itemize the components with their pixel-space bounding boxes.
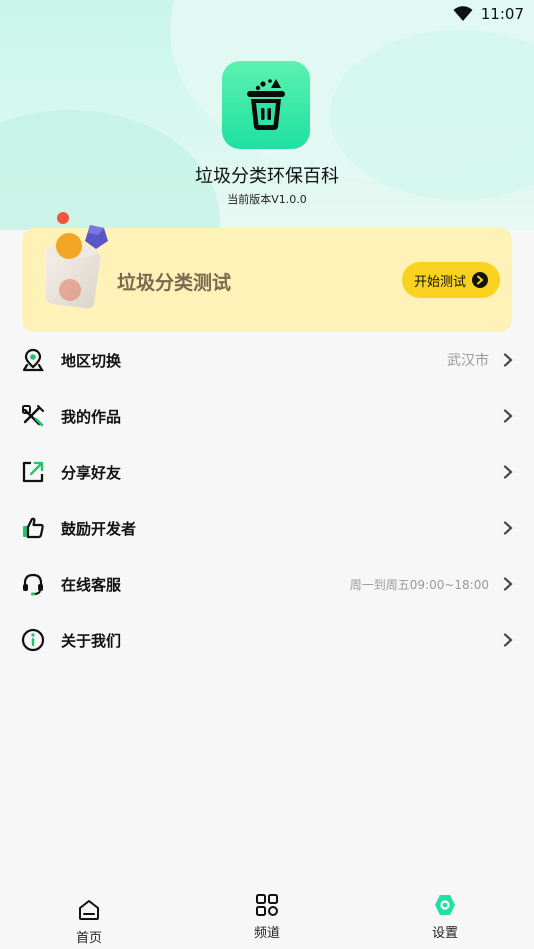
- grid-icon: [256, 894, 278, 916]
- menu-item-customer-service[interactable]: 在线客服 周一到周五09:00~18:00: [0, 556, 534, 612]
- arrow-right-circle-icon: [472, 272, 488, 288]
- app-logo: [222, 61, 310, 149]
- menu-item-label: 地区切换: [61, 351, 122, 370]
- settings-menu: 地区切换 武汉市 我的作品 分享好友 鼓励开发者 在线客服 周一到周五09:00…: [0, 332, 534, 668]
- bottom-tab-bar: 首页 频道 设置: [0, 888, 534, 949]
- start-test-label: 开始测试: [413, 274, 466, 290]
- menu-item-region[interactable]: 地区切换 武汉市: [0, 332, 534, 388]
- menu-item-share[interactable]: 分享好友: [0, 444, 534, 500]
- tab-channel[interactable]: 频道: [178, 888, 356, 949]
- tab-settings[interactable]: 设置: [356, 888, 534, 949]
- tools-icon: [20, 403, 46, 429]
- menu-item-value: 周一到周五09:00~18:00: [349, 577, 489, 592]
- app-version: 当前版本V1.0.0: [227, 193, 307, 206]
- menu-item-label: 在线客服: [61, 575, 122, 594]
- headset-icon: [20, 571, 46, 597]
- trash-can-icon: [247, 79, 285, 130]
- menu-item-label: 关于我们: [61, 631, 122, 650]
- menu-item-label: 我的作品: [61, 407, 122, 426]
- chevron-right-icon: [503, 409, 513, 423]
- chevron-right-icon: [503, 577, 513, 591]
- chevron-right-icon: [503, 465, 513, 479]
- location-icon: [20, 347, 46, 373]
- thumbs-up-icon: [20, 515, 46, 541]
- trash-bin-illustration: [44, 212, 108, 309]
- tab-label: 设置: [431, 926, 458, 941]
- menu-item-my-works[interactable]: 我的作品: [0, 388, 534, 444]
- status-bar: 11:07: [453, 4, 524, 24]
- status-time: 11:07: [480, 5, 524, 23]
- quiz-card-title: 垃圾分类测试: [117, 272, 232, 294]
- menu-item-label: 分享好友: [61, 463, 122, 482]
- chevron-right-icon: [503, 521, 513, 535]
- chevron-right-icon: [503, 353, 513, 367]
- menu-item-encourage[interactable]: 鼓励开发者: [0, 500, 534, 556]
- menu-item-value: 武汉市: [447, 353, 489, 369]
- start-test-button[interactable]: 开始测试: [402, 262, 500, 298]
- menu-item-about[interactable]: 关于我们: [0, 612, 534, 668]
- settings-icon: [435, 895, 455, 915]
- tab-label: 首页: [75, 931, 102, 946]
- wifi-icon: [453, 6, 473, 21]
- home-icon: [79, 900, 99, 920]
- info-icon: [20, 627, 46, 653]
- tab-home[interactable]: 首页: [0, 888, 178, 949]
- chevron-right-icon: [503, 633, 513, 647]
- tab-label: 频道: [253, 926, 280, 941]
- app-title: 垃圾分类环保百科: [195, 166, 339, 187]
- share-icon: [20, 459, 46, 485]
- menu-item-label: 鼓励开发者: [61, 519, 137, 538]
